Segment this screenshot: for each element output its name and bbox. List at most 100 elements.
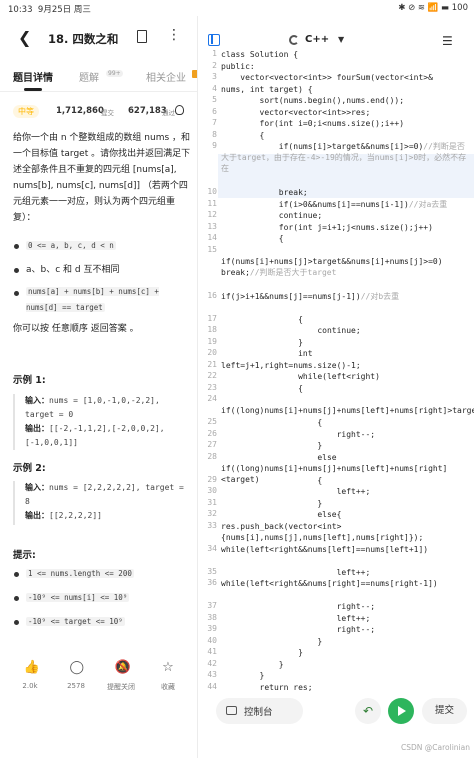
settings-sliders-icon[interactable]: ☰ — [442, 34, 453, 48]
code-line[interactable]: right--; — [221, 624, 471, 635]
comment-icon: ◯ — [69, 660, 85, 675]
line-number: 2 — [212, 60, 217, 70]
code-line[interactable]: { — [221, 383, 471, 394]
bottom-action-bar: 👍 2.0k ◯ 2578 🔕 提醒关闭 ☆ 收藏 — [0, 661, 197, 701]
line-number: 40 — [207, 635, 217, 645]
status-time: 10:33 — [8, 5, 33, 15]
code-line[interactable]: while(left<right) — [221, 371, 471, 382]
language-selector[interactable]: C++ — [305, 34, 329, 45]
toggle-panel-icon[interactable] — [208, 34, 220, 46]
code-line[interactable]: } — [221, 498, 471, 509]
constraint-item: a、b、c 和 d 互不相同 — [26, 265, 120, 275]
code-line[interactable]: left++; — [221, 486, 471, 497]
code-line[interactable]: { — [221, 475, 471, 486]
code-line[interactable]: left++; — [221, 613, 471, 624]
code-line[interactable]: for(int j=i+1;j<nums.size();j++) — [221, 222, 471, 233]
line-number: 12 — [207, 210, 217, 219]
hint-item: -10⁹ <= nums[i] <= 10⁹ — [26, 590, 194, 606]
tab-solutions[interactable]: 题解 — [79, 69, 99, 84]
code-line[interactable]: if(nums[i]+nums[j]>target&&nums[i]+nums[… — [221, 245, 471, 278]
code-line[interactable]: else{ — [221, 509, 471, 520]
caret-down-icon[interactable]: ▼ — [338, 35, 344, 44]
lightbulb-icon[interactable] — [175, 105, 184, 115]
tab-problem-detail[interactable]: 题目详情 — [13, 69, 53, 84]
code-line[interactable]: } — [221, 636, 471, 647]
code-line[interactable]: continue; — [221, 325, 471, 336]
line-number: 35 — [207, 566, 217, 576]
line-number: 7 — [212, 118, 217, 127]
output-label: 输出： — [25, 424, 49, 433]
undo-button[interactable]: ↶ — [355, 698, 381, 724]
problem-description: 给你一个由 n 个整数组成的数组 nums ，和一个目标值 target 。请你… — [13, 133, 191, 223]
code-line[interactable]: continue; — [221, 210, 471, 221]
code-line[interactable]: } — [221, 440, 471, 451]
line-number: 33 — [207, 520, 217, 530]
comment-button[interactable]: ◯ 2578 — [56, 661, 96, 690]
code-line[interactable]: if(nums[i]>target&&nums[i]>=0)//判断是否大于ta… — [221, 141, 471, 174]
code-line[interactable]: return res; — [221, 682, 471, 693]
example-2-box: 输入：nums = [2,2,2,2,2], target = 8 输出：[[2… — [13, 481, 193, 525]
code-line[interactable]: break; — [221, 187, 471, 198]
bookmark-icon[interactable] — [137, 30, 147, 43]
run-button[interactable] — [388, 698, 414, 724]
answer-order-note: 你可以按 任意顺序 返回答案 。 — [13, 324, 139, 334]
line-number: 27 — [207, 440, 217, 449]
code-line[interactable]: vector<vector<int>> fourSum(vector<int>& — [221, 72, 471, 83]
tab-related-companies[interactable]: 相关企业 — [146, 69, 186, 84]
code-line[interactable]: while(left<right&&nums[right]==nums[righ… — [221, 578, 471, 589]
code-line[interactable]: sort(nums.begin(),nums.end()); — [221, 95, 471, 106]
code-line[interactable]: res.push_back(vector<int>{nums[i],nums[j… — [221, 521, 471, 543]
line-number: 32 — [207, 509, 217, 518]
line-number: 21 — [207, 359, 217, 369]
line-number: 4 — [212, 83, 217, 93]
line-number: 29 — [207, 474, 217, 484]
code-area[interactable]: 1 class Solution {2 public: 3 vector<vector… — [199, 49, 474, 699]
line-number: 16 — [207, 290, 217, 300]
line-number: 6 — [212, 106, 217, 116]
code-line[interactable]: vector<vector<int>>res; — [221, 107, 471, 118]
code-line[interactable]: if((long)nums[i]+nums[j]+nums[left]+nums… — [221, 394, 474, 416]
console-button[interactable]: 控制台 — [216, 698, 303, 724]
code-line[interactable]: for(int i=0;i<nums.size();i++) — [221, 118, 471, 129]
reminder-button[interactable]: 🔕 提醒关闭 — [101, 661, 141, 692]
code-line[interactable]: if(i>0&&nums[i]==nums[i-1])//对a去重 — [221, 199, 471, 210]
line-number: 23 — [207, 382, 217, 392]
back-arrow-icon[interactable]: ❮ — [18, 28, 31, 47]
code-line[interactable]: while(left<right&&nums[left]==nums[left+… — [221, 544, 471, 555]
more-icon[interactable]: ⋮ — [167, 27, 181, 43]
code-line[interactable]: { — [221, 233, 471, 244]
line-number: 37 — [207, 601, 217, 610]
submit-button[interactable]: 提交 — [422, 698, 467, 724]
code-line[interactable]: } — [221, 647, 471, 658]
like-button[interactable]: 👍 2.0k — [10, 661, 50, 690]
constraint-text: 0 <= a, b, c, d < n — [26, 241, 116, 250]
favorite-button[interactable]: ☆ 收藏 — [148, 661, 188, 692]
code-line[interactable]: left=j+1,right=nums.size()-1; — [221, 360, 471, 371]
code-line[interactable]: left++; — [221, 567, 471, 578]
code-line[interactable]: public: — [221, 61, 471, 72]
constraint-text: nums[a] + nums[b] + nums[c] + nums[d] ==… — [26, 287, 159, 312]
status-bar: 10:33 9月25日 周三 ✱ ⊘ ≋ 📶 ▬ 100 — [0, 0, 474, 16]
code-line[interactable]: } — [221, 337, 471, 348]
input-label: 输入： — [25, 483, 49, 492]
example-1-box: 输入：nums = [1,0,-1,0,-2,2], target = 0 输出… — [13, 394, 193, 450]
tabs: 题目详情 题解 99+ 相关企业 — [0, 64, 197, 92]
code-line[interactable]: { — [221, 130, 471, 141]
reminder-label: 提醒关闭 — [107, 683, 135, 691]
code-line[interactable]: right--; — [221, 429, 471, 440]
lock-icon — [192, 70, 197, 78]
code-line[interactable]: } — [221, 670, 471, 681]
code-line[interactable]: int — [221, 348, 471, 359]
bullet-dot — [14, 291, 19, 296]
code-line[interactable]: right--; — [221, 601, 471, 612]
code-line[interactable]: } — [221, 659, 471, 670]
solutions-count-badge: 99+ — [106, 70, 123, 77]
code-line[interactable]: if(j>i+1&&nums[j]==nums[j-1])//对b去重 — [221, 291, 471, 302]
bullet-dot — [14, 572, 19, 577]
code-line[interactable]: { — [221, 417, 471, 428]
code-line[interactable]: class Solution { — [221, 49, 471, 60]
line-number: 22 — [207, 371, 217, 380]
code-line[interactable]: { — [221, 314, 471, 325]
constraint-item: 0 <= a, b, c, d < n — [26, 238, 194, 254]
code-line[interactable]: nums, int target) { — [221, 84, 471, 95]
